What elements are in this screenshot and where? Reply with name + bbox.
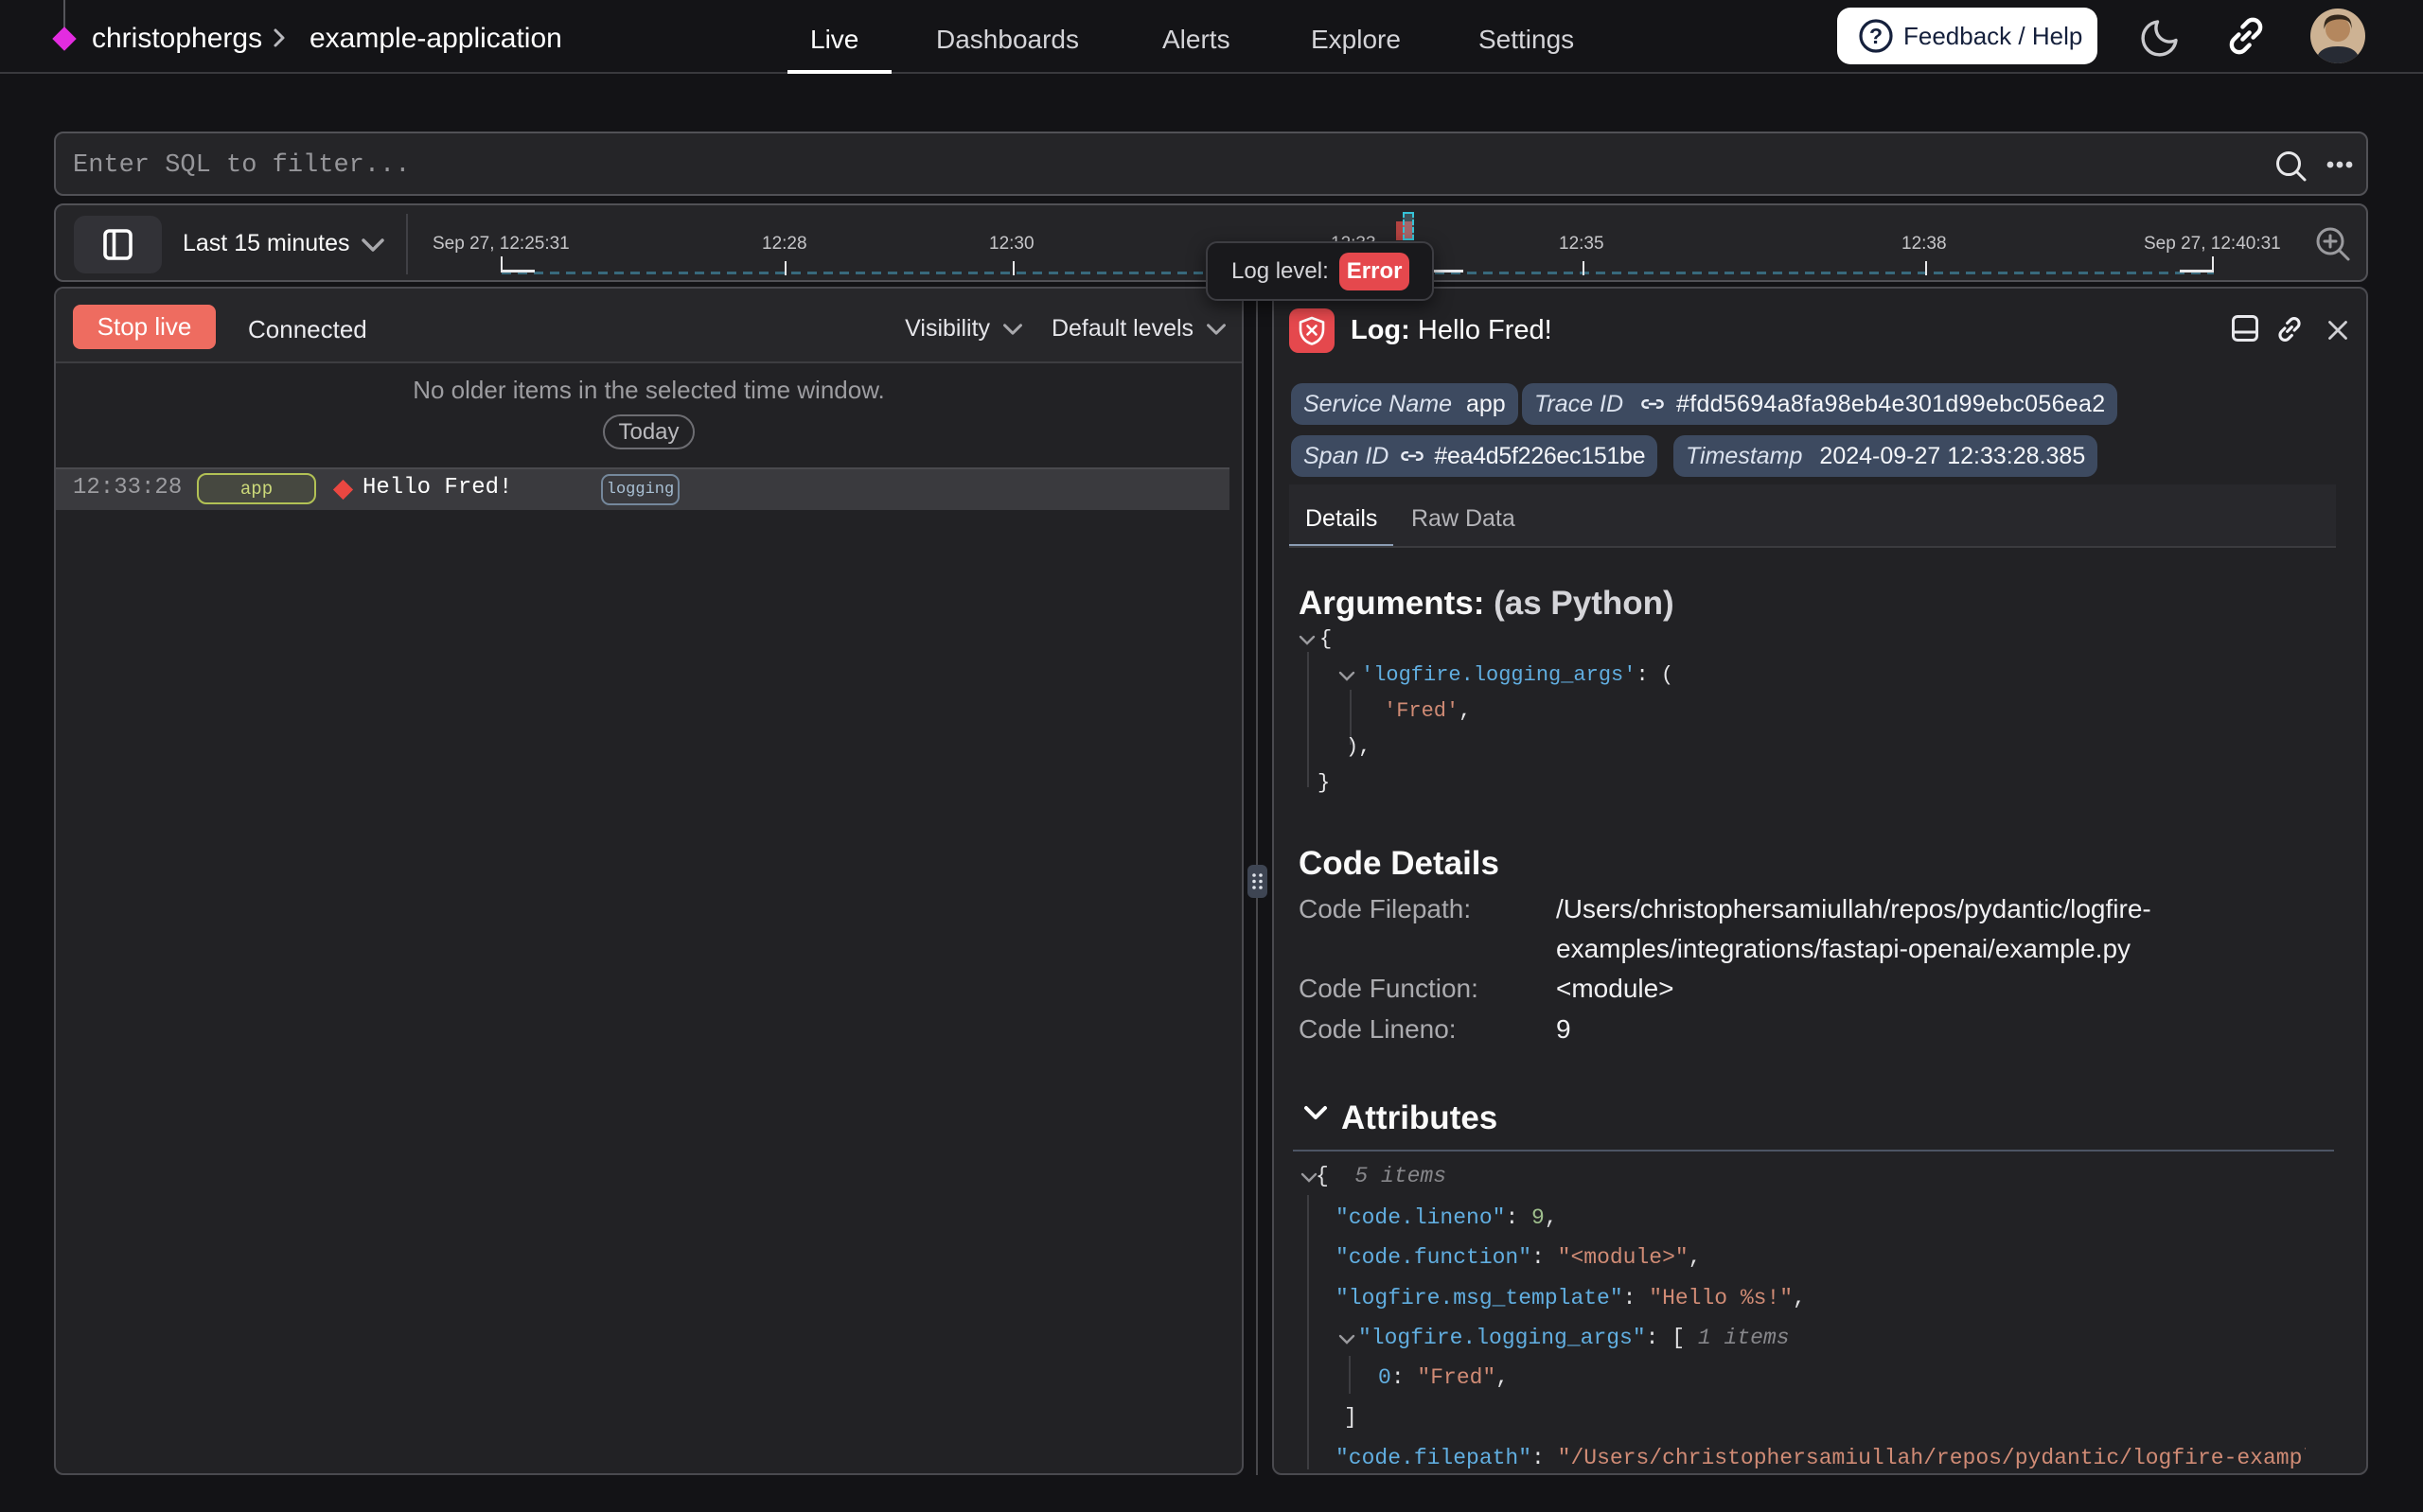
svg-text:?: ? — [1869, 24, 1883, 48]
